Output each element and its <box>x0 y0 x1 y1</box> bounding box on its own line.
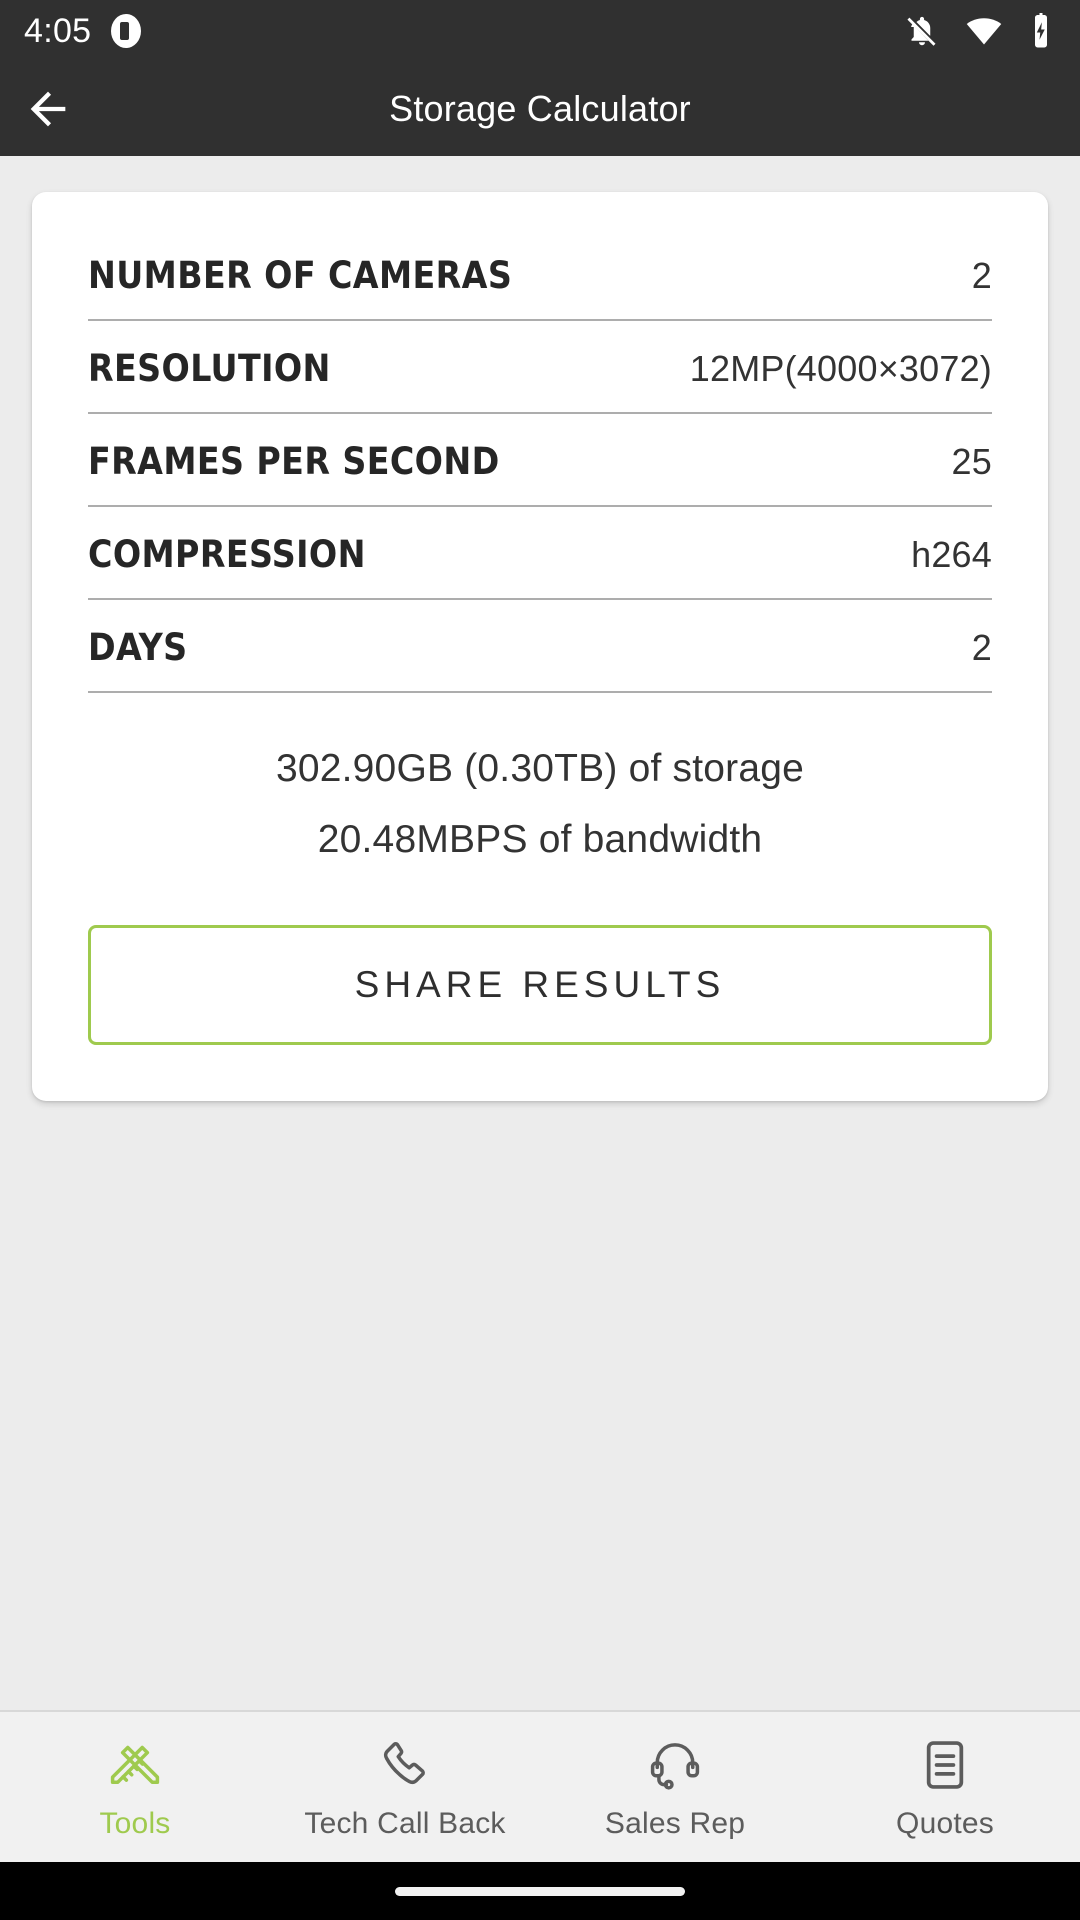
share-results-button[interactable]: SHARE RESULTS <box>88 925 992 1045</box>
page-title: Storage Calculator <box>389 88 691 129</box>
notifications-off-icon <box>907 16 936 46</box>
app-bar: Storage Calculator <box>0 62 1080 156</box>
bottom-navigation: Tools Tech Call Back Sales Rep Quotes <box>0 1710 1080 1862</box>
status-bar-left: 4:05 <box>24 12 142 50</box>
row-label: NUMBER OF CAMERAS <box>88 254 513 297</box>
gesture-navigation-bar <box>0 1862 1080 1920</box>
app-indicator-icon <box>111 14 142 48</box>
status-bar-right <box>904 13 1054 49</box>
home-indicator[interactable] <box>395 1886 685 1896</box>
tools-icon <box>107 1735 163 1795</box>
row-value: h264 <box>911 534 992 575</box>
document-icon <box>917 1735 973 1795</box>
headset-icon <box>647 1735 703 1795</box>
nav-item-label: Quotes <box>896 1807 994 1840</box>
nav-item-label: Tools <box>99 1807 171 1840</box>
row-value: 25 <box>951 441 992 482</box>
nav-item-label: Sales Rep <box>604 1807 746 1840</box>
row-value: 2 <box>971 627 992 668</box>
row-resolution[interactable]: RESOLUTION 12MP(4000×3072) <box>88 321 992 414</box>
row-label: DAYS <box>88 626 188 669</box>
status-bar: 4:05 <box>0 0 1080 62</box>
row-label: RESOLUTION <box>88 347 331 390</box>
arrow-left-icon <box>30 91 66 127</box>
nav-item-quotes[interactable]: Quotes <box>810 1712 1080 1862</box>
nav-item-label: Tech Call Back <box>304 1807 506 1840</box>
wifi-icon <box>966 18 1002 45</box>
row-label: FRAMES PER SECOND <box>88 440 500 483</box>
storage-result: 302.90GB (0.30TB) of storage <box>275 747 805 790</box>
page-content: NUMBER OF CAMERAS 2 RESOLUTION 12MP(4000… <box>0 156 1080 1710</box>
row-value: 2 <box>971 255 992 296</box>
nav-item-tools[interactable]: Tools <box>0 1712 270 1862</box>
nav-item-tech-call-back[interactable]: Tech Call Back <box>270 1712 540 1862</box>
row-label: COMPRESSION <box>88 533 366 576</box>
nav-item-sales-rep[interactable]: Sales Rep <box>540 1712 810 1862</box>
results-summary: 302.90GB (0.30TB) of storage 20.48MBPS o… <box>88 693 992 883</box>
status-bar-clock: 4:05 <box>24 12 92 50</box>
phone-icon <box>377 1735 433 1795</box>
row-frames-per-second[interactable]: FRAMES PER SECOND 25 <box>88 414 992 507</box>
row-compression[interactable]: COMPRESSION h264 <box>88 507 992 600</box>
storage-calculator-card: NUMBER OF CAMERAS 2 RESOLUTION 12MP(4000… <box>32 192 1048 1101</box>
row-days[interactable]: DAYS 2 <box>88 600 992 693</box>
row-number-of-cameras[interactable]: NUMBER OF CAMERAS 2 <box>88 238 992 321</box>
battery-charging-icon <box>1035 13 1047 48</box>
bandwidth-result: 20.48MBPS of bandwidth <box>317 818 763 861</box>
phone-screen: 4:05 Storage Calculator NUMBER OF CAMERA… <box>0 0 1080 1920</box>
row-value: 12MP(4000×3072) <box>689 348 992 389</box>
back-button[interactable] <box>0 62 96 156</box>
